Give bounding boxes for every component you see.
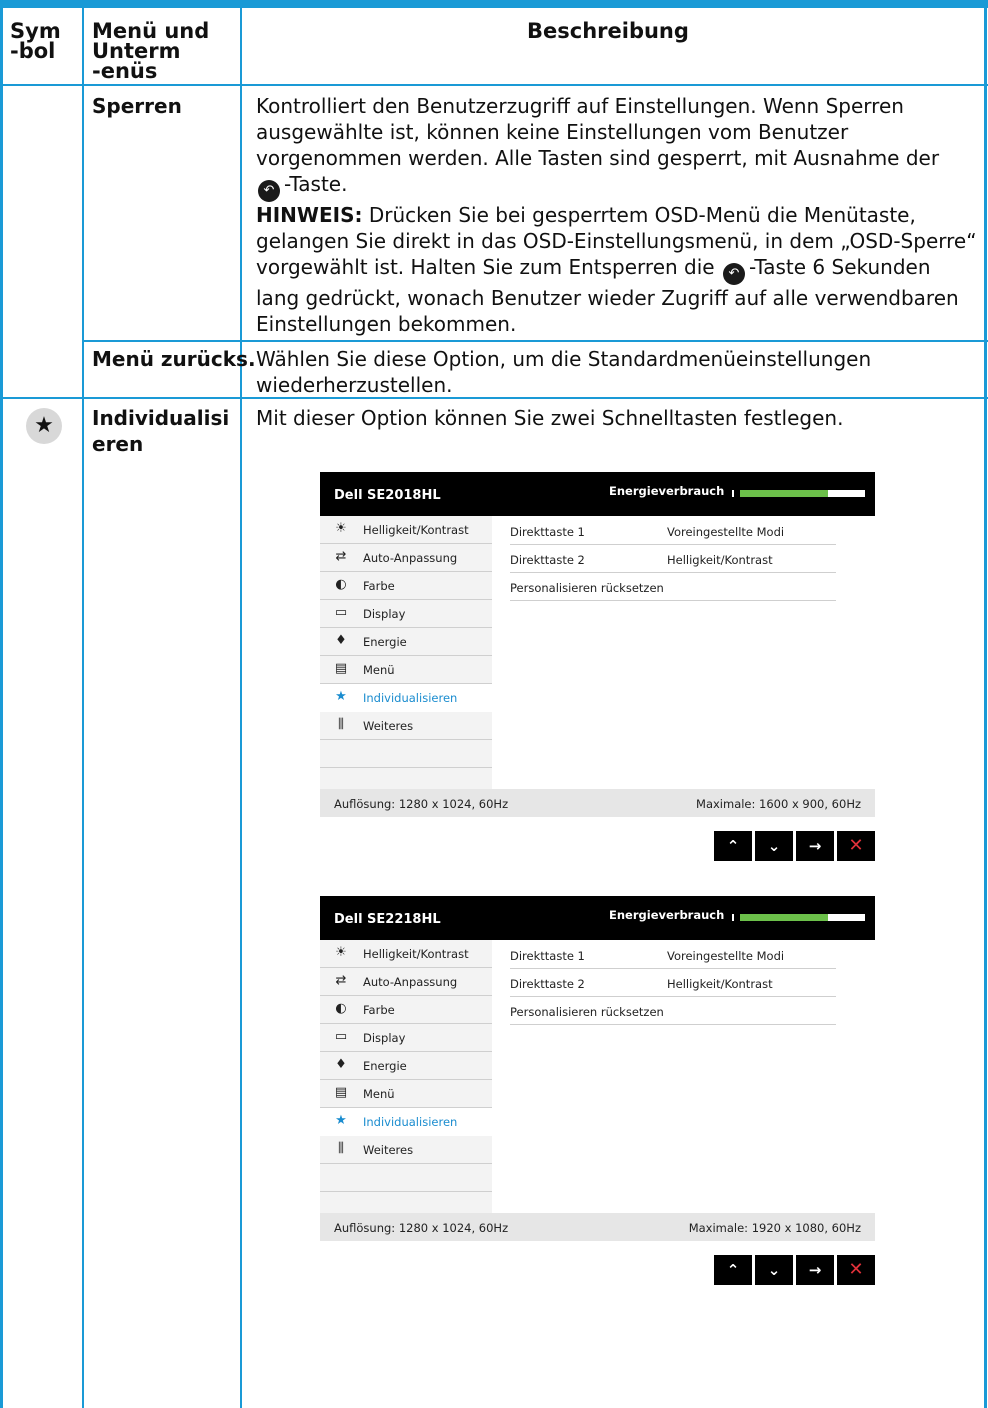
osd-model-name: Dell SE2018HL (334, 488, 441, 503)
osd-menu-item-display[interactable]: ▭ Display (320, 600, 492, 628)
osd-row-shortcut-2[interactable]: Direkttaste 2 Helligkeit/Kontrast (510, 968, 836, 997)
osd-menu-item-menu[interactable]: ▤ Menü (320, 656, 492, 684)
osd-content: Direkttaste 1 Voreingestellte Modi Direkt… (492, 940, 875, 1213)
auto-adjust-icon: ⇄ (335, 549, 347, 564)
osd-sidebar: ☀ Helligkeit/Kontrast ⇄ Auto-Anpassung ◐ Fa… (320, 516, 492, 789)
close-icon[interactable]: ✕ (837, 831, 875, 861)
osd-screenshot-1: Dell SE2018HL Energieverbrauch ☀ Helligke… (320, 472, 875, 861)
enter-icon[interactable]: → (796, 1255, 834, 1285)
header-rule (0, 84, 988, 86)
osd-row-shortcut-2[interactable]: Direkttaste 2 Helligkeit/Kontrast (510, 544, 836, 573)
down-icon[interactable]: ⌄ (755, 831, 793, 861)
star-icon: ★ (335, 689, 347, 704)
star-icon: ★ (335, 1113, 347, 1128)
back-icon: ↶ (722, 263, 745, 285)
osd-menu-item-empty (320, 1164, 492, 1192)
menu-name-sperren: Sperren (92, 94, 182, 118)
osd-row-reset-personalize[interactable]: Personalisieren rücksetzen (510, 572, 836, 601)
osd-buttons: ⌃ ⌄ → ✕ (714, 1255, 875, 1285)
osd-menu-item-auto-adjust[interactable]: ⇄ Auto-Anpassung (320, 968, 492, 996)
osd-sidebar: ☀ Helligkeit/Kontrast ⇄ Auto-Anpassung ◐ Fa… (320, 940, 492, 1213)
energy-bar-fill (740, 490, 828, 497)
osd-screenshot-2: Dell SE2218HL Energieverbrauch ☀ Helligke… (320, 896, 875, 1285)
back-icon: ↶ (258, 180, 280, 202)
osd-model-name: Dell SE2218HL (334, 912, 441, 927)
osd-menu-item-personalize[interactable]: ★ Individualisieren (320, 684, 492, 712)
osd-resolution: Auflösung: 1280 x 1024, 60Hz (334, 797, 509, 811)
osd-menu-item-menu[interactable]: ▤ Menü (320, 1080, 492, 1108)
display-icon: ▭ (334, 605, 348, 620)
osd-content: Direkttaste 1 Voreingestellte Modi Direkt… (492, 516, 875, 789)
osd-menu-item-empty (320, 740, 492, 768)
header-description: Beschreibung (527, 19, 689, 43)
energy-bar (732, 914, 865, 921)
menu-name-individualisieren: Individualisi eren (92, 406, 230, 456)
osd-menu-item-others[interactable]: ⫼ Weiteres (320, 712, 492, 740)
description-individualisieren: Mit dieser Option können Sie zwei Schnel… (256, 406, 844, 430)
column-rule-2 (240, 0, 242, 1408)
osd-menu-item-others[interactable]: ⫼ Weiteres (320, 1136, 492, 1164)
osd-max-resolution: Maximale: 1920 x 1080, 60Hz (688, 1221, 861, 1235)
table-top-rule (0, 0, 988, 8)
down-icon[interactable]: ⌄ (755, 1255, 793, 1285)
display-icon: ▭ (334, 1029, 348, 1044)
energy-icon: ♦ (335, 1057, 347, 1072)
header-menu: Menü und Unterm -enüs (92, 19, 210, 83)
osd-menu-item-brightness[interactable]: ☀ Helligkeit/Kontrast (320, 940, 492, 968)
others-icon: ⫼ (338, 717, 344, 732)
osd-menu-item-brightness[interactable]: ☀ Helligkeit/Kontrast (320, 516, 492, 544)
enter-icon[interactable]: → (796, 831, 834, 861)
energy-bar (732, 490, 865, 497)
osd-menu-item-color[interactable]: ◐ Farbe (320, 996, 492, 1024)
brightness-icon: ☀ (335, 945, 347, 960)
color-icon: ◐ (335, 1001, 347, 1016)
color-icon: ◐ (335, 577, 347, 592)
up-icon[interactable]: ⌃ (714, 1255, 752, 1285)
osd-row-shortcut-1[interactable]: Direkttaste 1 Voreingestellte Modi (510, 940, 836, 969)
up-icon[interactable]: ⌃ (714, 831, 752, 861)
osd-row-reset-personalize[interactable]: Personalisieren rücksetzen (510, 996, 836, 1025)
osd-footer: Auflösung: 1280 x 1024, 60Hz Maximale: 1… (320, 789, 875, 817)
osd-buttons: ⌃ ⌄ → ✕ (714, 831, 875, 861)
osd-menu-item-auto-adjust[interactable]: ⇄ Auto-Anpassung (320, 544, 492, 572)
header-symbol: Sym -bol (10, 19, 61, 63)
column-rule-1 (82, 0, 84, 1408)
osd-row-shortcut-1[interactable]: Direkttaste 1 Voreingestellte Modi (510, 516, 836, 545)
osd-menu-item-personalize[interactable]: ★ Individualisieren (320, 1108, 492, 1136)
osd-menu-item-energy[interactable]: ♦ Energie (320, 628, 492, 656)
brightness-icon: ☀ (335, 521, 347, 536)
close-icon[interactable]: ✕ (837, 1255, 875, 1285)
osd-menu-item-color[interactable]: ◐ Farbe (320, 572, 492, 600)
osd-resolution: Auflösung: 1280 x 1024, 60Hz (334, 1221, 509, 1235)
menu-icon: ▤ (334, 1085, 348, 1100)
auto-adjust-icon: ⇄ (335, 973, 347, 988)
osd-header: Dell SE2218HL Energieverbrauch (320, 896, 875, 940)
energy-bar-fill (740, 914, 828, 921)
energy-label: Energieverbrauch (609, 484, 725, 498)
description-sperren: Kontrolliert den Benutzerzugriff auf Ein… (256, 94, 977, 336)
menu-icon: ▤ (334, 661, 348, 676)
osd-menu-item-energy[interactable]: ♦ Energie (320, 1052, 492, 1080)
star-icon: ★ (26, 408, 62, 444)
table-left-rule (0, 0, 3, 1408)
row-rule-1 (82, 340, 988, 342)
osd-max-resolution: Maximale: 1600 x 900, 60Hz (696, 797, 861, 811)
table-right-rule (984, 0, 987, 1408)
menu-name-reset: Menü zurücks. (92, 347, 256, 371)
others-icon: ⫼ (338, 1141, 344, 1156)
energy-icon: ♦ (335, 633, 347, 648)
description-reset: Wählen Sie diese Option, um die Standard… (256, 347, 872, 397)
energy-label: Energieverbrauch (609, 908, 725, 922)
osd-menu-item-display[interactable]: ▭ Display (320, 1024, 492, 1052)
osd-header: Dell SE2018HL Energieverbrauch (320, 472, 875, 516)
osd-footer: Auflösung: 1280 x 1024, 60Hz Maximale: 1… (320, 1213, 875, 1241)
